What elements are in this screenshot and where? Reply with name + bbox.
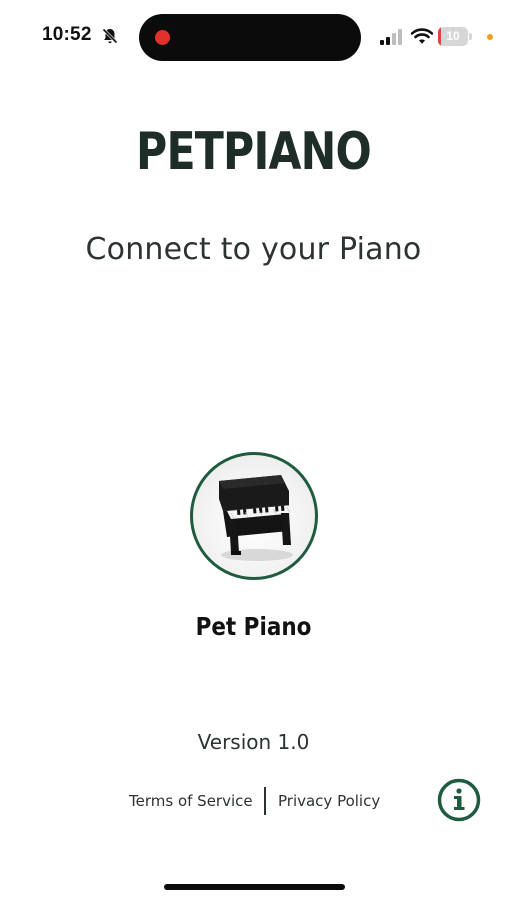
dynamic-island xyxy=(139,14,361,61)
footer-links: Terms of Service Privacy Policy xyxy=(110,786,400,816)
footer-divider xyxy=(264,787,266,815)
piano-image xyxy=(219,475,297,561)
battery-icon: 10 xyxy=(438,27,473,46)
privacy-policy-link[interactable]: Privacy Policy xyxy=(278,792,380,810)
battery-percent-label: 10 xyxy=(446,29,460,43)
page-subtitle: Connect to your Piano xyxy=(85,232,422,267)
terms-of-service-link[interactable]: Terms of Service xyxy=(129,792,253,810)
status-time: 10:52 xyxy=(42,24,92,45)
app-title: PETPIANO xyxy=(136,122,372,182)
home-indicator[interactable] xyxy=(164,884,345,890)
device-name: Pet Piano xyxy=(195,612,312,641)
signal-icon xyxy=(380,29,402,45)
version-label: Version 1.0 xyxy=(197,730,310,754)
privacy-indicator-dot xyxy=(487,34,493,40)
device-avatar[interactable] xyxy=(190,452,318,580)
device-card-pet-piano[interactable]: Pet Piano xyxy=(182,448,325,668)
recording-indicator xyxy=(155,30,170,45)
info-icon[interactable] xyxy=(437,778,481,822)
status-bar: 10:52 10 xyxy=(0,0,507,70)
wifi-icon xyxy=(411,28,433,44)
bell-off-icon xyxy=(102,28,118,44)
